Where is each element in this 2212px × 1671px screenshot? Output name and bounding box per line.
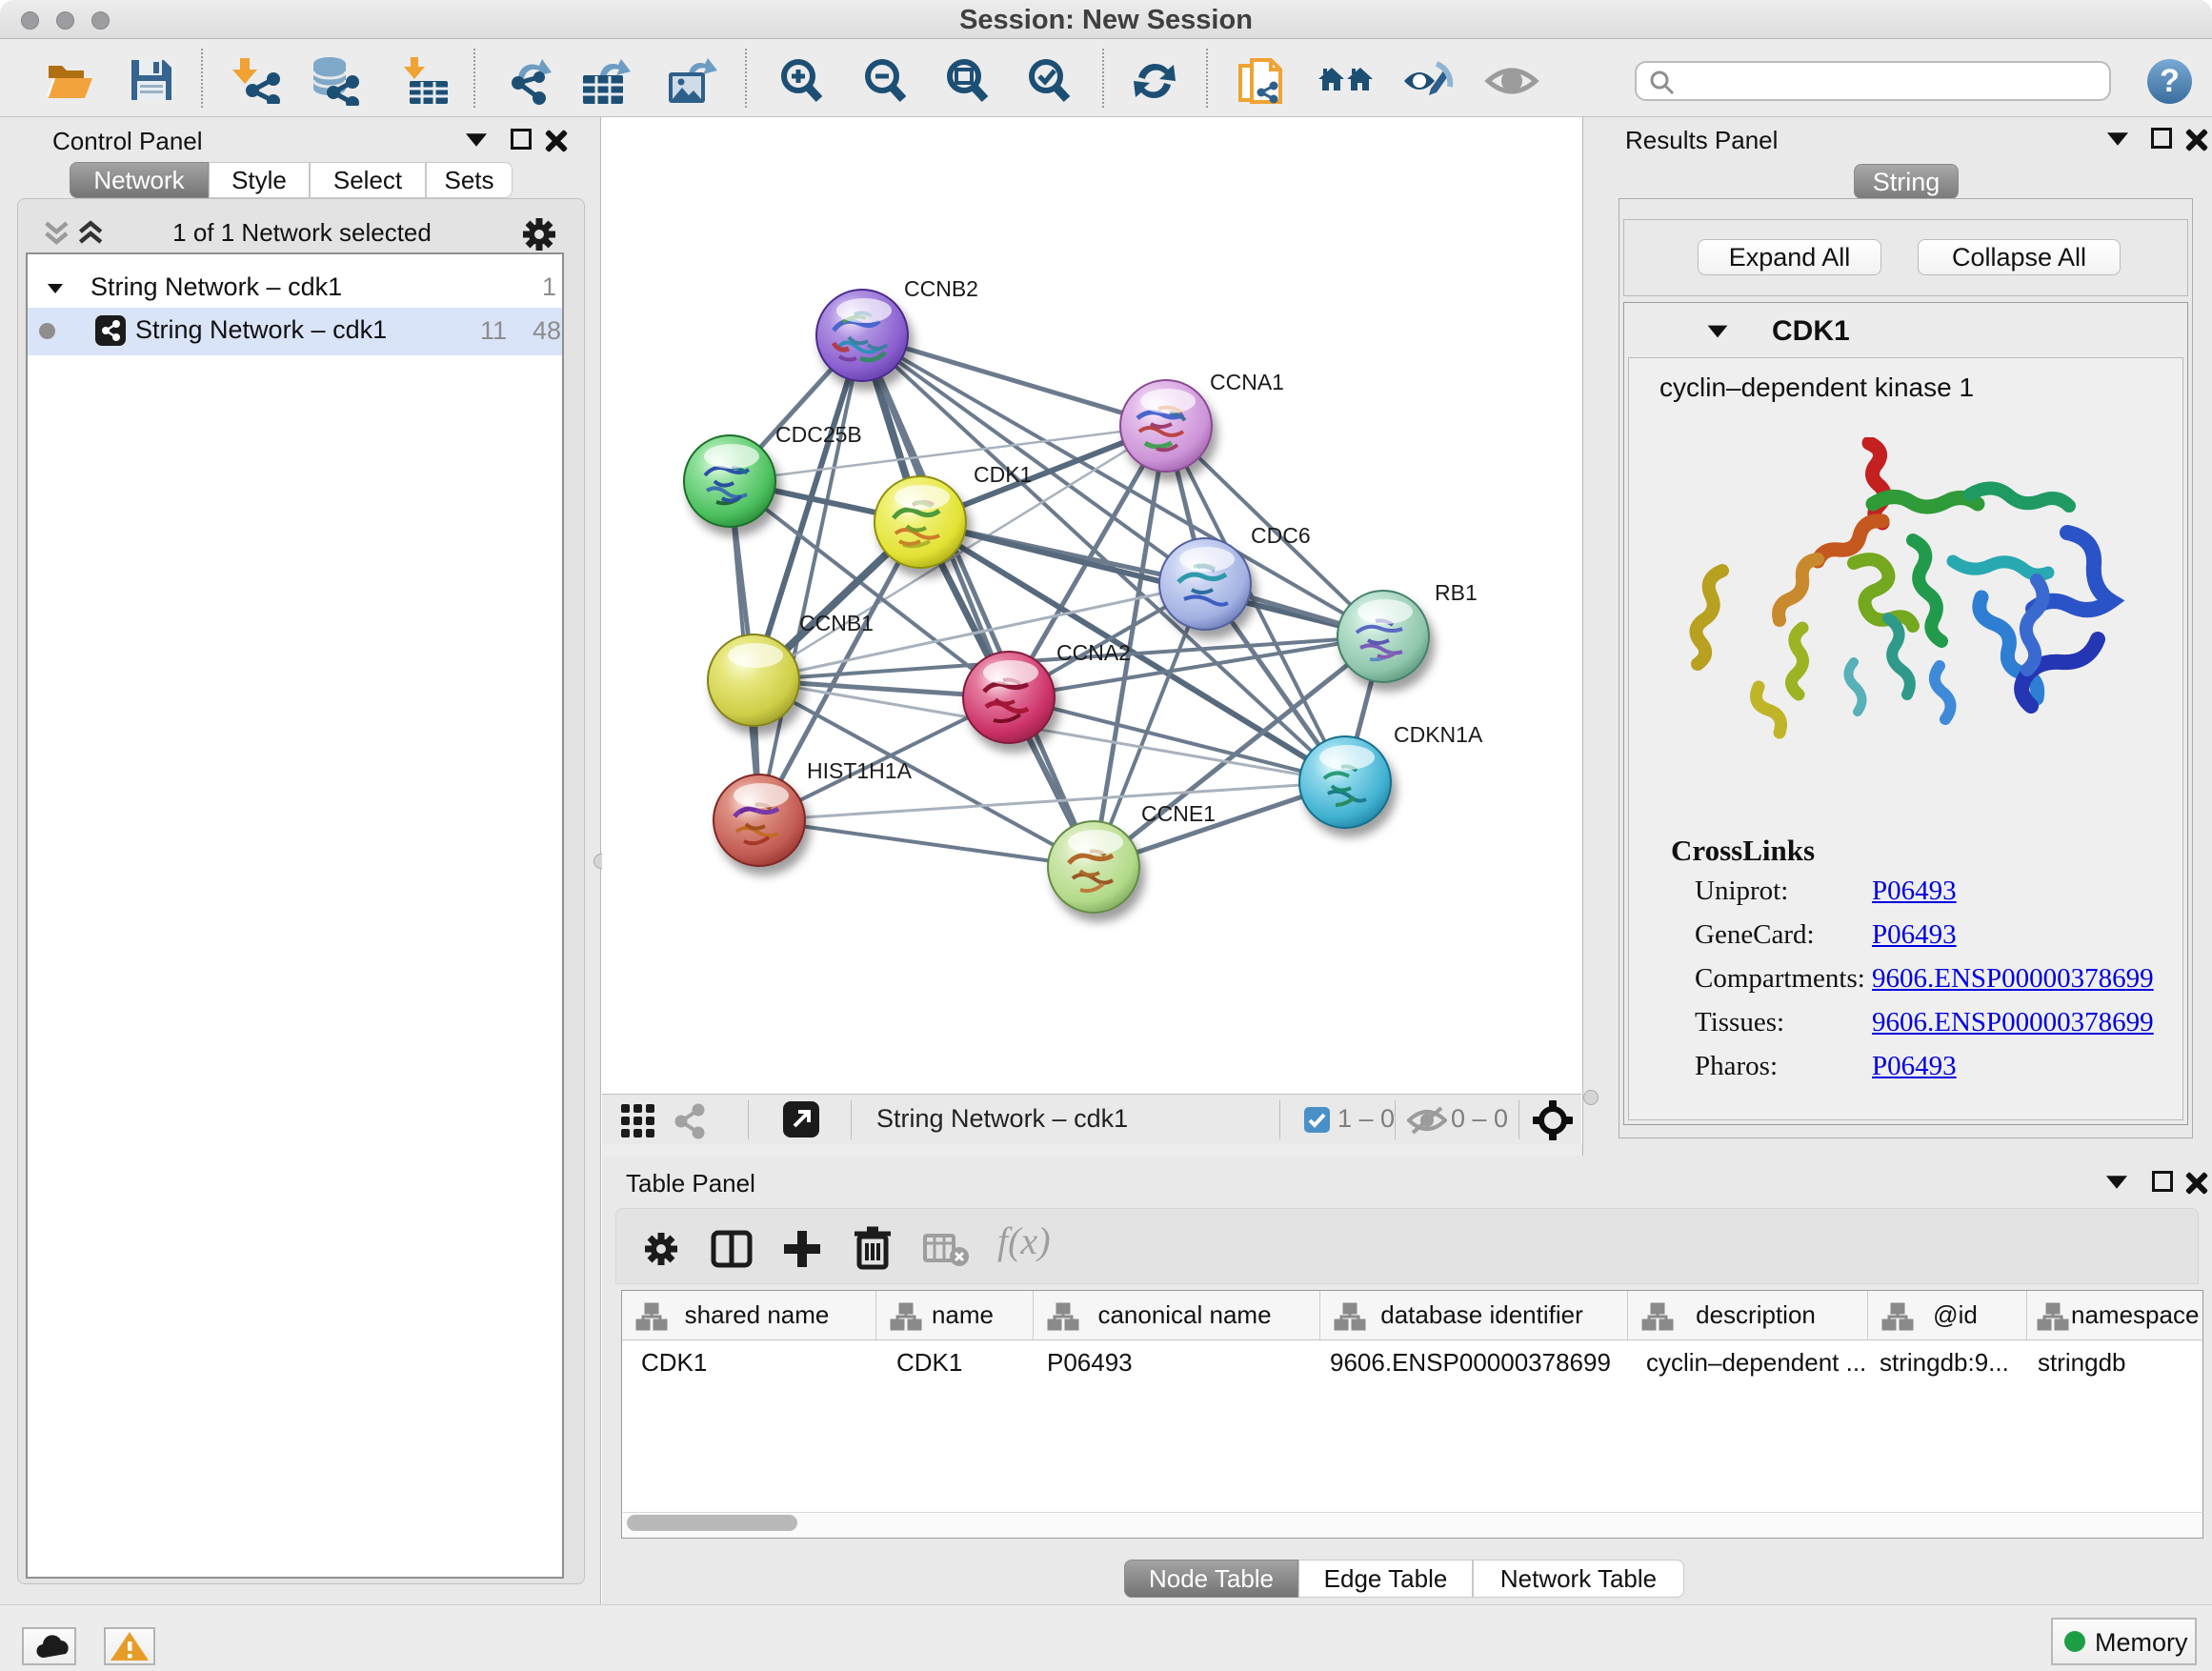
svg-text:CCNA2: CCNA2 xyxy=(1056,640,1131,665)
svg-text:CDKN1A: CDKN1A xyxy=(1394,722,1483,747)
svg-text:CCNB2: CCNB2 xyxy=(904,276,978,301)
svg-text:CCNA1: CCNA1 xyxy=(1210,370,1284,394)
svg-text:CDC6: CDC6 xyxy=(1251,523,1311,548)
svg-text:CDC25B: CDC25B xyxy=(775,422,862,447)
svg-text:RB1: RB1 xyxy=(1435,580,1478,605)
svg-text:CDK1: CDK1 xyxy=(974,462,1032,487)
svg-text:CCNB1: CCNB1 xyxy=(799,611,874,635)
svg-text:CCNE1: CCNE1 xyxy=(1141,801,1216,826)
svg-text:HIST1H1A: HIST1H1A xyxy=(807,758,913,783)
